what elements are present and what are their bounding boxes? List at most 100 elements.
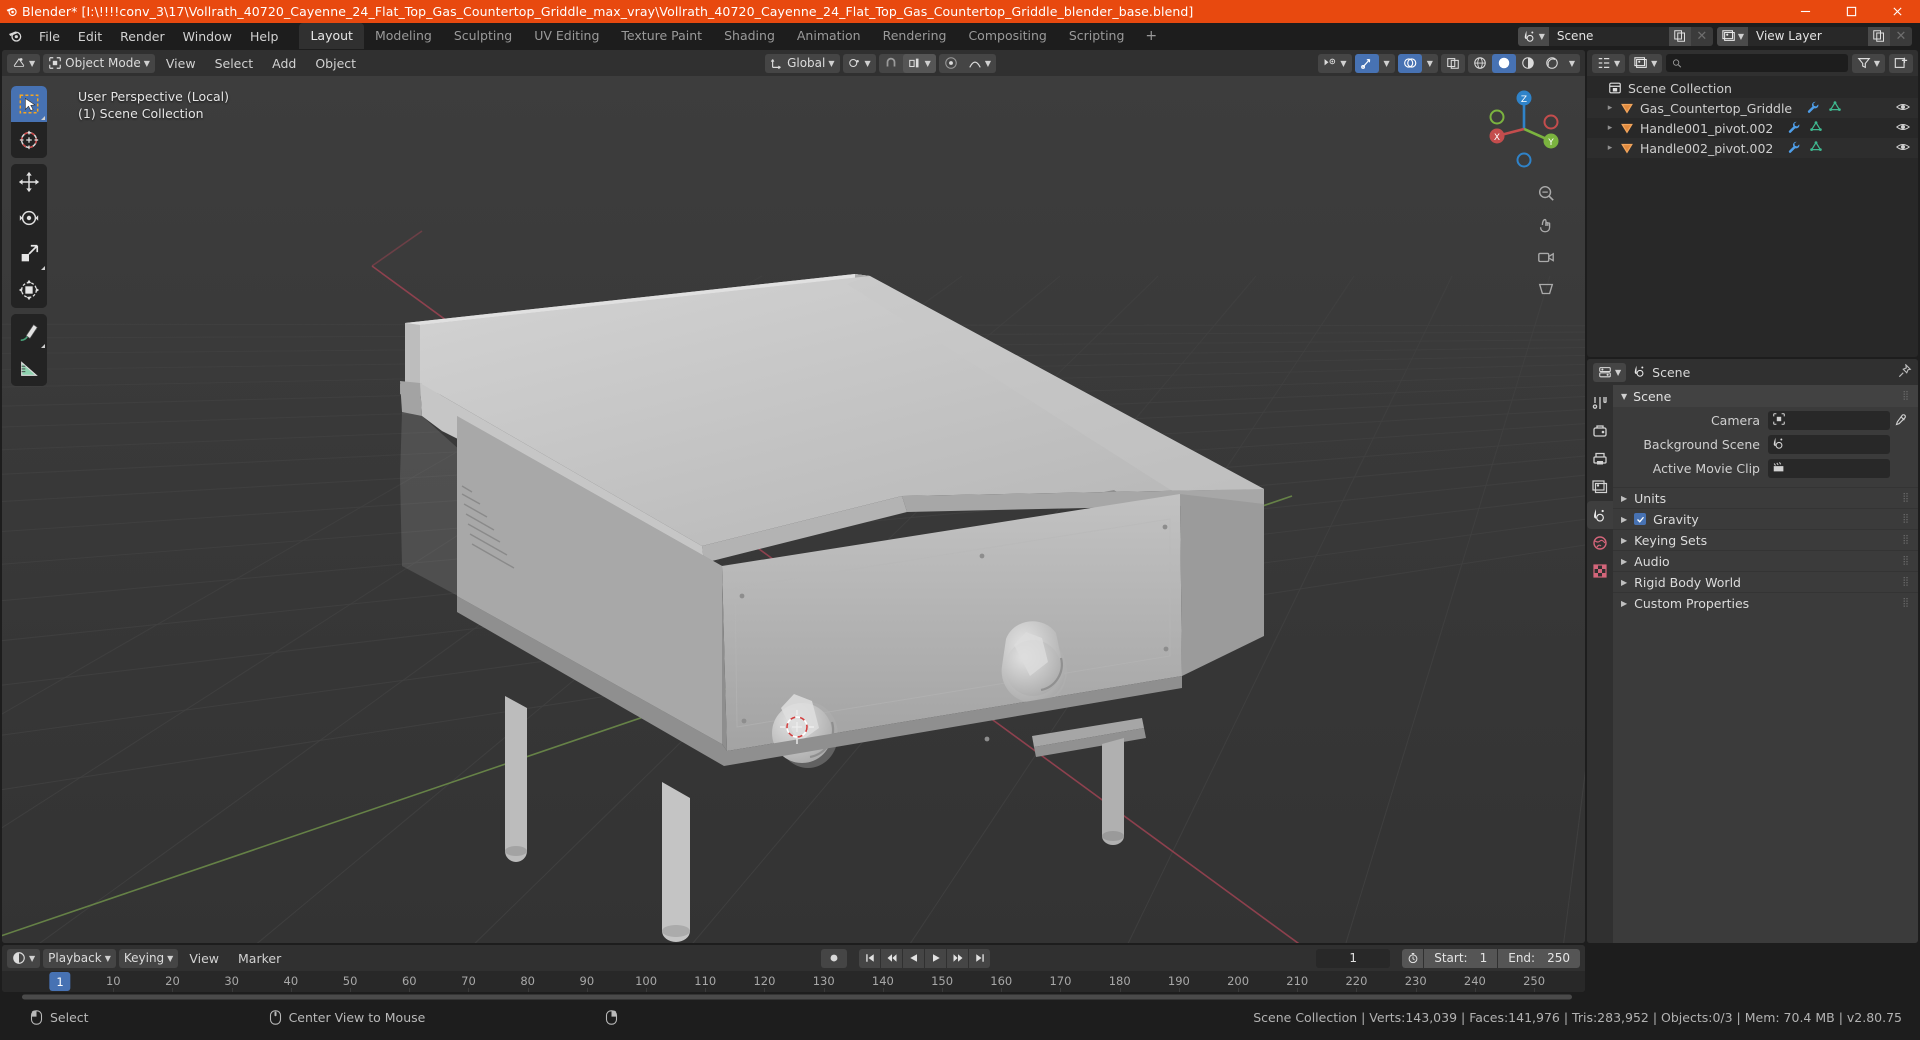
current-frame-field[interactable]: 1 bbox=[1316, 948, 1391, 968]
outliner-item-0[interactable]: ▸ Gas_Countertop_Griddle bbox=[1587, 98, 1918, 118]
gizmo-group[interactable]: ▼ bbox=[1354, 53, 1395, 73]
overlays-options-dropdown[interactable]: ▼ bbox=[1422, 54, 1438, 73]
camera-eyedropper-icon[interactable] bbox=[1890, 413, 1910, 428]
outliner-display-mode-icon[interactable]: ▼ bbox=[1629, 53, 1663, 73]
tool-tweak-select-box[interactable] bbox=[11, 86, 47, 122]
expand-arrow-icon[interactable]: ▶ bbox=[1621, 557, 1627, 566]
scene-panel-header[interactable]: ▼ Scene ⣿ bbox=[1613, 385, 1918, 407]
shading-options-dropdown[interactable]: ▼ bbox=[1564, 54, 1580, 73]
gravity-checkbox[interactable] bbox=[1634, 513, 1647, 525]
shading-solid-icon[interactable] bbox=[1491, 53, 1516, 73]
section-gravity[interactable]: ▶ Gravity ⣿ bbox=[1613, 508, 1918, 529]
viewport-3d[interactable]: ▼ Object Mode ▼ View Select Add Object G… bbox=[2, 50, 1585, 943]
tool-scale[interactable] bbox=[11, 236, 47, 272]
properties-editor[interactable]: ▼ Scene ▼ Scene ⣿ Camera Background Scen… bbox=[1587, 359, 1918, 943]
section-custom-properties[interactable]: ▶ Custom Properties ⣿ bbox=[1613, 592, 1918, 613]
add-workspace-button[interactable]: + bbox=[1135, 25, 1167, 47]
timeline-ruler[interactable]: 10 20 30 40 50 60 70 80 90 100 110 120 130 140 150 160 1… bbox=[2, 971, 1585, 992]
collapse-arrow-icon[interactable]: ▼ bbox=[1621, 392, 1627, 401]
wrench-icon[interactable] bbox=[1787, 140, 1801, 157]
viewlayer-name[interactable]: View Layer bbox=[1748, 26, 1868, 46]
mesh-data-icon[interactable] bbox=[1809, 120, 1823, 137]
minimize-button[interactable] bbox=[1782, 0, 1828, 23]
proportional-edit-group[interactable]: ▼ bbox=[938, 53, 996, 73]
workspace-tab-modeling[interactable]: Modeling bbox=[364, 23, 443, 49]
tool-transform[interactable] bbox=[11, 272, 47, 308]
workspace-tab-rendering[interactable]: Rendering bbox=[872, 23, 958, 49]
properties-tab-texture[interactable] bbox=[1587, 557, 1613, 585]
filter-icon[interactable]: ▼ bbox=[1851, 53, 1885, 73]
expand-arrow-icon[interactable]: ▶ bbox=[1621, 599, 1627, 608]
menu-help[interactable]: Help bbox=[241, 26, 288, 47]
expand-arrow-icon[interactable]: ▶ bbox=[1621, 578, 1627, 587]
workspace-tab-scripting[interactable]: Scripting bbox=[1058, 23, 1136, 49]
properties-tab-render[interactable] bbox=[1587, 417, 1613, 445]
properties-tab-scene[interactable] bbox=[1587, 501, 1613, 529]
auto-key-stopwatch-icon[interactable] bbox=[1402, 948, 1424, 968]
navigation-gizmo[interactable]: Z Y X bbox=[1481, 86, 1567, 172]
workspace-tab-uv-editing[interactable]: UV Editing bbox=[523, 23, 610, 49]
tool-annotate[interactable] bbox=[11, 314, 47, 350]
mode-selector[interactable]: Object Mode ▼ bbox=[43, 53, 155, 73]
transform-orientation-selector[interactable]: Global ▼ bbox=[765, 53, 840, 73]
xray-toggle-button[interactable] bbox=[1440, 53, 1465, 73]
wrench-icon[interactable] bbox=[1806, 100, 1820, 117]
zoom-icon[interactable] bbox=[1533, 180, 1559, 206]
shading-rendered-icon[interactable] bbox=[1540, 54, 1564, 73]
menu-window[interactable]: Window bbox=[174, 26, 241, 47]
tool-cursor[interactable] bbox=[11, 122, 47, 158]
menu-file[interactable]: File bbox=[30, 26, 69, 47]
jump-to-prev-keyframe-button[interactable] bbox=[881, 948, 903, 968]
scene-browse-icon[interactable]: ▼ bbox=[1517, 26, 1549, 46]
viewport-menu-add[interactable]: Add bbox=[264, 53, 304, 74]
pin-icon[interactable] bbox=[1898, 362, 1912, 382]
snap-target-selector[interactable]: ▼ bbox=[902, 53, 936, 73]
play-button[interactable] bbox=[925, 948, 947, 968]
overlays-group[interactable]: ▼ bbox=[1397, 53, 1438, 73]
outliner-editor-type-icon[interactable]: ▼ bbox=[1592, 53, 1626, 73]
timeline-scrollbar[interactable] bbox=[0, 994, 1920, 1000]
outliner-item-1[interactable]: ▸ Handle001_pivot.002 bbox=[1587, 118, 1918, 138]
expand-arrow-icon[interactable]: ▶ bbox=[1621, 494, 1627, 503]
timeline-menu-marker[interactable]: Marker bbox=[230, 948, 289, 969]
outliner-search-field[interactable] bbox=[1686, 56, 1842, 70]
timeline-playhead[interactable]: 1 bbox=[49, 972, 71, 991]
object-types-visibility-icon[interactable]: ▼ bbox=[1318, 54, 1351, 73]
move-view-icon[interactable] bbox=[1533, 212, 1559, 238]
shading-wireframe-icon[interactable] bbox=[1468, 54, 1492, 73]
snap-magnet-icon[interactable] bbox=[879, 54, 903, 73]
section-audio[interactable]: ▶ Audio ⣿ bbox=[1613, 550, 1918, 571]
workspace-tab-layout[interactable]: Layout bbox=[299, 23, 364, 49]
timeline-menu-view[interactable]: View bbox=[181, 948, 227, 969]
viewport-menu-select[interactable]: Select bbox=[207, 53, 262, 74]
workspace-tab-texture-paint[interactable]: Texture Paint bbox=[610, 23, 713, 49]
expand-arrow-icon[interactable]: ▶ bbox=[1621, 536, 1627, 545]
jump-to-next-keyframe-button[interactable] bbox=[947, 948, 969, 968]
workspace-tab-sculpting[interactable]: Sculpting bbox=[443, 23, 523, 49]
play-reverse-button[interactable] bbox=[903, 948, 925, 968]
mesh-data-icon[interactable] bbox=[1828, 100, 1842, 117]
eye-icon[interactable] bbox=[1895, 100, 1911, 117]
workspace-tab-shading[interactable]: Shading bbox=[713, 23, 786, 49]
workspace-tab-compositing[interactable]: Compositing bbox=[957, 23, 1057, 49]
background-scene-field[interactable] bbox=[1768, 435, 1890, 454]
mesh-data-icon[interactable] bbox=[1809, 140, 1823, 157]
properties-tab-output[interactable] bbox=[1587, 445, 1613, 473]
viewport-menu-object[interactable]: Object bbox=[307, 53, 364, 74]
view-layer-browse-icon[interactable]: ▼ bbox=[1716, 26, 1748, 46]
eye-icon[interactable] bbox=[1895, 120, 1911, 137]
show-gizmo-icon[interactable] bbox=[1354, 53, 1379, 73]
timeline-menu-playback[interactable]: Playback ▼ bbox=[43, 948, 116, 968]
tool-measure[interactable] bbox=[11, 350, 47, 386]
workspace-tab-animation[interactable]: Animation bbox=[786, 23, 872, 49]
outliner-root-row[interactable]: ▸ Scene Collection bbox=[1587, 78, 1918, 98]
toggle-perspective-icon[interactable] bbox=[1533, 276, 1559, 302]
properties-tab-view-layer[interactable] bbox=[1587, 473, 1613, 501]
snapping-group[interactable]: ▼ bbox=[878, 53, 936, 73]
expand-arrow-icon[interactable]: ▶ bbox=[1621, 515, 1627, 524]
menu-edit[interactable]: Edit bbox=[69, 26, 111, 47]
properties-tab-tool[interactable] bbox=[1587, 389, 1613, 417]
camera-field[interactable] bbox=[1768, 411, 1890, 430]
shading-modes-group[interactable]: ▼ bbox=[1467, 53, 1580, 73]
active-movie-clip-field[interactable] bbox=[1768, 459, 1890, 478]
